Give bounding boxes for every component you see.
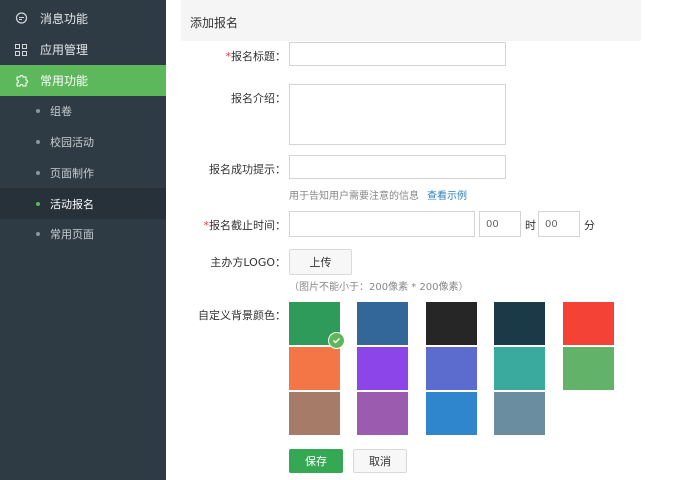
color-swatch[interactable] bbox=[357, 347, 408, 390]
page-title: 添加报名 bbox=[190, 16, 239, 30]
sidebar-subitem-label: 常用页面 bbox=[50, 227, 94, 241]
title-label-text: 报名标题： bbox=[231, 50, 286, 63]
hint-text: 用于告知用户需要注意的信息 bbox=[289, 191, 419, 202]
color-swatch[interactable] bbox=[494, 302, 545, 345]
grid-icon bbox=[14, 43, 28, 57]
save-button[interactable]: 保存 bbox=[289, 449, 343, 473]
sidebar-item-label: 应用管理 bbox=[40, 43, 89, 57]
sidebar-item-label: 常用功能 bbox=[40, 74, 89, 88]
sidebar-item-label: 消息功能 bbox=[40, 12, 89, 26]
deadline-date-input[interactable] bbox=[289, 211, 475, 237]
color-swatch[interactable] bbox=[289, 392, 340, 435]
bullet-icon bbox=[36, 201, 40, 206]
sidebar-subitem-label: 活动报名 bbox=[50, 197, 94, 211]
title-label: *报名标题： bbox=[226, 48, 287, 64]
hour-unit: 时 bbox=[525, 219, 536, 232]
color-swatch[interactable] bbox=[563, 347, 614, 390]
chat-icon bbox=[14, 12, 28, 26]
cancel-button[interactable]: 取消 bbox=[353, 449, 407, 473]
sidebar-subitem-page-making[interactable]: 页面制作 bbox=[0, 157, 166, 188]
logo-size-hint: （图片不能小于：200像素 * 200像素） bbox=[289, 282, 469, 293]
sidebar-item-messages[interactable]: 消息功能 bbox=[0, 3, 166, 34]
color-swatch[interactable] bbox=[289, 347, 340, 390]
color-swatch[interactable] bbox=[357, 302, 408, 345]
page-header: 添加报名 bbox=[181, 0, 641, 41]
success-tip-label: 报名成功提示： bbox=[209, 163, 286, 176]
sidebar-subitem-campus-activity[interactable]: 校园活动 bbox=[0, 126, 166, 157]
sidebar-subitem-quiz[interactable]: 组卷 bbox=[0, 95, 166, 126]
color-swatch[interactable] bbox=[426, 392, 477, 435]
color-swatch[interactable] bbox=[494, 392, 545, 435]
bg-color-label: 自定义背景颜色： bbox=[198, 309, 286, 322]
minute-unit: 分 bbox=[584, 219, 595, 232]
success-tip-input[interactable] bbox=[289, 155, 506, 179]
puzzle-icon bbox=[14, 74, 28, 88]
intro-textarea[interactable] bbox=[289, 84, 506, 145]
color-swatch[interactable] bbox=[494, 347, 545, 390]
intro-label: 报名介绍： bbox=[231, 92, 286, 105]
bullet-icon bbox=[36, 139, 40, 144]
color-swatch[interactable] bbox=[426, 302, 477, 345]
deadline-hour-input[interactable]: 00 bbox=[479, 211, 521, 237]
color-swatch[interactable] bbox=[563, 302, 614, 345]
logo-label: 主办方LOGO： bbox=[210, 256, 286, 269]
sidebar-item-common-functions[interactable]: 常用功能 bbox=[0, 65, 166, 96]
title-input[interactable] bbox=[289, 42, 506, 66]
bullet-icon bbox=[36, 231, 40, 236]
upload-button[interactable]: 上传 bbox=[289, 249, 352, 275]
sidebar-subitem-common-pages[interactable]: 常用页面 bbox=[0, 218, 166, 249]
deadline-label-text: 报名截止时间： bbox=[209, 219, 286, 232]
deadline-minute-input[interactable]: 00 bbox=[538, 211, 580, 237]
sidebar-subitem-activity-signup[interactable]: 活动报名 bbox=[0, 188, 166, 219]
view-example-link[interactable]: 查看示例 bbox=[427, 191, 467, 202]
selected-check-icon bbox=[328, 332, 345, 349]
color-swatch[interactable] bbox=[357, 392, 408, 435]
bullet-icon bbox=[36, 108, 40, 113]
deadline-label: *报名截止时间： bbox=[204, 217, 287, 233]
success-tip-hint: 用于告知用户需要注意的信息 查看示例 bbox=[289, 187, 467, 202]
sidebar-item-app-management[interactable]: 应用管理 bbox=[0, 34, 166, 65]
color-swatch[interactable] bbox=[426, 347, 477, 390]
sidebar-subitem-label: 校园活动 bbox=[50, 135, 94, 149]
sidebar: 消息功能 应用管理 常用功能 组卷 校园活动 页面制作 活动报名 常用页面 bbox=[0, 0, 166, 480]
sidebar-subitem-label: 页面制作 bbox=[50, 166, 94, 180]
bullet-icon bbox=[36, 170, 40, 175]
sidebar-subitem-label: 组卷 bbox=[50, 104, 72, 118]
